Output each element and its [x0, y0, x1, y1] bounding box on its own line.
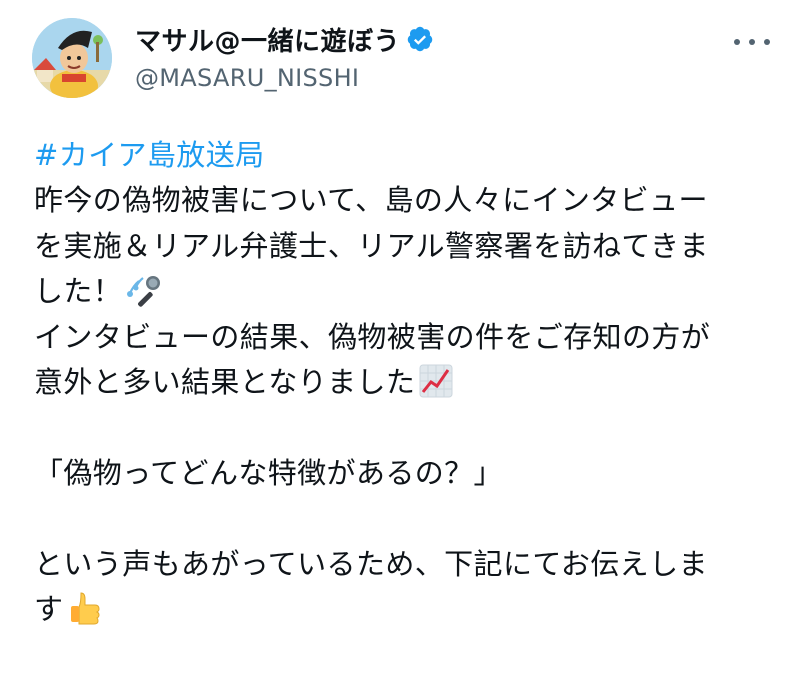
verified-badge-icon[interactable] — [406, 25, 434, 53]
display-name-row: マサル@一緒に遊ぼう — [135, 20, 434, 58]
tweet-line: 「偽物ってどんな特徴があるの？」 — [34, 455, 503, 490]
thumbs-up-emoji — [71, 592, 100, 625]
tweet-text: #カイア島放送局 昨今の偽物被害について、島の人々にインタビュー を実施＆リアル… — [34, 133, 764, 632]
more-dot — [749, 39, 755, 45]
tweet-line: を実施＆リアル弁護士、リアル警察署を訪ねてきま — [34, 228, 709, 263]
microphone-emoji — [127, 276, 161, 307]
display-name[interactable]: マサル@一緒に遊ぼう — [135, 21, 400, 58]
more-dot — [764, 39, 770, 45]
tweet-line-text: した！ — [34, 274, 123, 309]
author-names: マサル@一緒に遊ぼう @MASARU_NISSHI — [135, 20, 434, 92]
tweet-header: マサル@一緒に遊ぼう @MASARU_NISSHI — [32, 18, 772, 98]
tweet-line-with-emoji: 意外と多い結果となりました — [34, 360, 764, 405]
tweet-line: 昨今の偽物被害について、島の人々にインタビュー — [34, 183, 708, 218]
tweet-line: という声もあがっているため、下記にてお伝えしま — [34, 546, 708, 581]
tweet-line-text: 意外と多い結果となりました — [34, 364, 416, 399]
avatar[interactable] — [32, 18, 112, 98]
tweet-line: インタビューの結果、偽物被害の件をご存知の方が — [34, 319, 711, 354]
tweet-line-text: す — [34, 591, 64, 626]
hashtag-link[interactable]: #カイア島放送局 — [34, 138, 265, 172]
more-options-icon[interactable] — [734, 32, 770, 52]
handle[interactable]: @MASARU_NISSHI — [135, 64, 434, 92]
chart-increasing-emoji — [419, 364, 453, 398]
tweet-line-with-emoji: した！ — [34, 269, 764, 314]
tweet-line-with-emoji: す — [34, 587, 764, 632]
more-dot — [734, 39, 740, 45]
avatar-image — [32, 18, 112, 98]
